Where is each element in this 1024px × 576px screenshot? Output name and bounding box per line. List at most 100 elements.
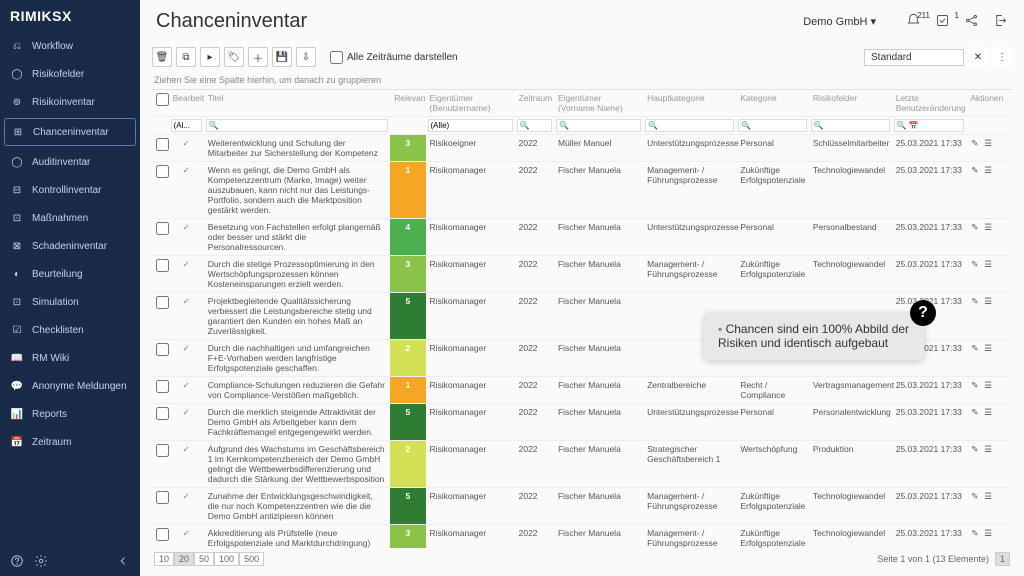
row-checkbox[interactable] — [156, 296, 169, 309]
sidebar-item-maßnahmen[interactable]: ⊡Maßnahmen — [0, 204, 140, 232]
settings-icon[interactable] — [34, 554, 48, 568]
edit-icon[interactable]: ✎ — [971, 165, 982, 176]
all-periods-checkbox[interactable] — [330, 51, 343, 64]
edit-icon[interactable]: ✎ — [971, 528, 982, 539]
list-icon[interactable]: ☰ — [984, 407, 995, 418]
col-relevanz[interactable]: Relevanz — [390, 90, 425, 117]
table-row[interactable]: ✓ Durch die stetige Prozessoptimierung i… — [152, 256, 1012, 293]
row-checkbox[interactable] — [156, 491, 169, 504]
filter-bearbeitet[interactable] — [171, 119, 202, 132]
sidebar-item-checklisten[interactable]: ☑Checklisten — [0, 316, 140, 344]
page-size-100[interactable]: 100 — [214, 552, 239, 566]
list-icon[interactable]: ☰ — [984, 222, 995, 233]
row-checkbox[interactable] — [156, 165, 169, 178]
edit-icon[interactable]: ✎ — [971, 138, 982, 149]
row-checkbox[interactable] — [156, 407, 169, 420]
table-row[interactable]: ✓ Wenn es gelingt, die Demo GmbH als Kom… — [152, 162, 1012, 219]
tag-button[interactable]: 🏷 — [224, 47, 244, 67]
page-1-button[interactable]: 1 — [995, 552, 1010, 566]
col-risikofelder[interactable]: Risikofelder — [809, 90, 892, 117]
list-icon[interactable]: ☰ — [984, 444, 995, 455]
all-periods-check[interactable]: Alle Zeiträume darstellen — [330, 51, 458, 64]
page-size-50[interactable]: 50 — [194, 552, 214, 566]
clear-layout-button[interactable]: ✕ — [968, 47, 988, 67]
sidebar-item-zeitraum[interactable]: 📅Zeitraum — [0, 428, 140, 456]
bell-icon[interactable]: 211 — [906, 13, 921, 31]
sidebar-item-kontrollinventar[interactable]: ⊟Kontrollinventar — [0, 176, 140, 204]
row-checkbox[interactable] — [156, 222, 169, 235]
filter-kat[interactable] — [738, 119, 807, 132]
filter-owner-user[interactable] — [428, 119, 513, 132]
table-row[interactable]: ✓ Compliance-Schulungen reduzieren die G… — [152, 377, 1012, 404]
sidebar-item-chanceninventar[interactable]: ⊞Chanceninventar — [4, 118, 136, 146]
col-aktionen[interactable]: Aktionen — [966, 90, 1012, 117]
add-button[interactable]: ＋ — [248, 47, 268, 67]
table-row[interactable]: ✓ Weiterentwicklung und Schulung der Mit… — [152, 135, 1012, 162]
sidebar-item-simulation[interactable]: ⊡Simulation — [0, 288, 140, 316]
collapse-icon[interactable] — [116, 554, 130, 568]
sidebar-item-risikoinventar[interactable]: ⊚Risikoinventar — [0, 88, 140, 116]
filter-owner-name[interactable] — [556, 119, 641, 132]
row-checkbox[interactable] — [156, 343, 169, 356]
sidebar-item-schadeninventar[interactable]: ⊠Schadeninventar — [0, 232, 140, 260]
org-selector[interactable]: Demo GmbH ▾ — [803, 15, 876, 28]
layout-menu-button[interactable]: ⋮ — [992, 47, 1012, 67]
delete-button[interactable]: 🗑 — [152, 47, 172, 67]
col-zeitraum[interactable]: Zeitraum — [515, 90, 554, 117]
table-row[interactable]: ✓ Akkreditierung als Prüfstelle (neue Er… — [152, 525, 1012, 549]
edit-icon[interactable]: ✎ — [971, 296, 982, 307]
filter-letzte[interactable] — [894, 119, 965, 132]
layout-select[interactable]: Standard — [864, 49, 964, 66]
share-icon[interactable] — [964, 13, 979, 31]
tasks-icon[interactable]: 1 — [935, 13, 950, 31]
row-checkbox[interactable] — [156, 444, 169, 457]
filter-titel[interactable] — [206, 119, 389, 132]
list-icon[interactable]: ☰ — [984, 491, 995, 502]
assign-button[interactable]: ▸ — [200, 47, 220, 67]
sidebar-item-risikofelder[interactable]: ◯Risikofelder — [0, 60, 140, 88]
edit-icon[interactable]: ✎ — [971, 380, 982, 391]
sidebar-item-anonyme-meldungen[interactable]: 💬Anonyme Meldungen — [0, 372, 140, 400]
table-row[interactable]: ✓ Zunahme der Entwicklungsgeschwindigkei… — [152, 488, 1012, 525]
col-kategorie[interactable]: Kategorie — [736, 90, 809, 117]
col-hauptkategorie[interactable]: Hauptkategorie — [643, 90, 736, 117]
list-icon[interactable]: ☰ — [984, 138, 995, 149]
help-icon[interactable] — [10, 554, 24, 568]
row-checkbox[interactable] — [156, 380, 169, 393]
table-row[interactable]: ✓ Aufgrund des Wachstums im Geschäftsber… — [152, 441, 1012, 488]
page-size-20[interactable]: 20 — [174, 552, 194, 566]
edit-icon[interactable]: ✎ — [971, 259, 982, 270]
table-row[interactable]: ✓ Besetzung von Fachstellen erfolgt plan… — [152, 219, 1012, 256]
sidebar-item-rm-wiki[interactable]: 📖RM Wiki — [0, 344, 140, 372]
list-icon[interactable]: ☰ — [984, 380, 995, 391]
row-checkbox[interactable] — [156, 138, 169, 151]
copy-button[interactable]: ⧉ — [176, 47, 196, 67]
row-checkbox[interactable] — [156, 528, 169, 541]
edit-icon[interactable]: ✎ — [971, 222, 982, 233]
logout-icon[interactable] — [993, 13, 1008, 31]
edit-icon[interactable]: ✎ — [971, 444, 982, 455]
page-size-10[interactable]: 10 — [154, 552, 174, 566]
save-button[interactable]: 💾 — [272, 47, 292, 67]
list-icon[interactable]: ☰ — [984, 165, 995, 176]
row-checkbox[interactable] — [156, 259, 169, 272]
col-owner-name[interactable]: Eigentümer (Vorname Name) — [554, 90, 643, 117]
table-row[interactable]: ✓ Durch die merklich steigende Attraktiv… — [152, 404, 1012, 441]
list-icon[interactable]: ☰ — [984, 296, 995, 307]
col-bearbeitet[interactable]: Bearbeitet — [169, 90, 204, 117]
col-owner-user[interactable]: Eigentümer (Benutzername) — [426, 90, 515, 117]
edit-icon[interactable]: ✎ — [971, 407, 982, 418]
page-size-500[interactable]: 500 — [239, 552, 264, 566]
sidebar-item-reports[interactable]: 📊Reports — [0, 400, 140, 428]
list-icon[interactable]: ☰ — [984, 259, 995, 270]
select-all-checkbox[interactable] — [156, 93, 169, 106]
sidebar-item-beurteilung[interactable]: ◐Beurteilung — [0, 260, 140, 288]
sidebar-item-auditinventar[interactable]: ◯Auditinventar — [0, 148, 140, 176]
sidebar-item-workflow[interactable]: ⎌Workflow — [0, 32, 140, 60]
edit-icon[interactable]: ✎ — [971, 491, 982, 502]
export-button[interactable]: ⇩ — [296, 47, 316, 67]
filter-zeitraum[interactable] — [517, 119, 552, 132]
edit-icon[interactable]: ✎ — [971, 343, 982, 354]
col-titel[interactable]: Titel — [204, 90, 391, 117]
list-icon[interactable]: ☰ — [984, 343, 995, 354]
